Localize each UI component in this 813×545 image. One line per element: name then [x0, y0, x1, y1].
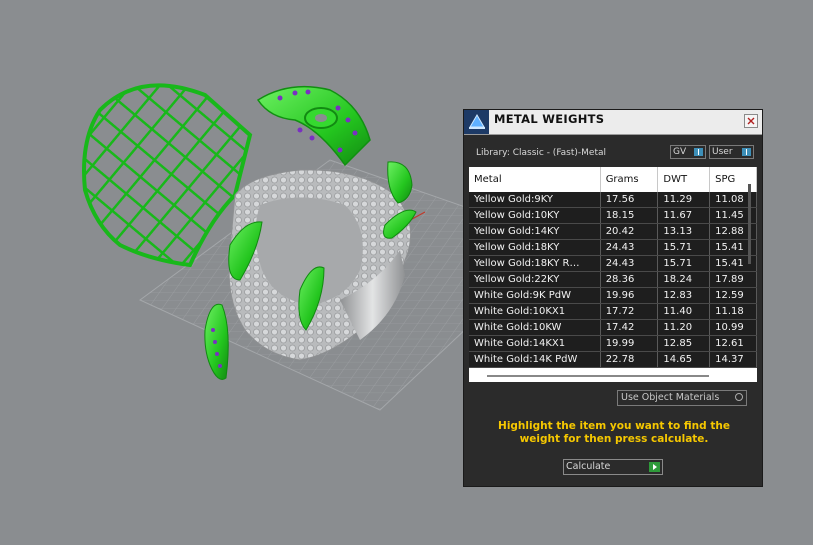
table-cell-dwt: 12.85 [657, 335, 711, 352]
table-cell-metal: Yellow Gold:9KY [469, 192, 601, 208]
table-cell-metal: White Gold:14K PdW [469, 351, 601, 368]
table-cell-dwt: 11.40 [657, 303, 711, 320]
table-cell-dwt: 14.65 [657, 351, 711, 368]
column-header-metal[interactable]: Metal [469, 167, 601, 192]
table-cell-spg: 10.99 [709, 319, 757, 336]
table-cell-grams: 17.56 [600, 192, 659, 208]
table-cell-grams: 17.72 [600, 303, 659, 320]
table-cell-grams: 19.96 [600, 287, 659, 304]
column-header-dwt[interactable]: DWT [657, 167, 711, 192]
table-header-row: Metal Grams DWT SPG [469, 167, 757, 192]
table-cell-metal: White Gold:10KX1 [469, 303, 601, 320]
horizontal-scrollbar[interactable] [487, 375, 709, 377]
table-cell-spg: 12.59 [709, 287, 757, 304]
table-row[interactable]: White Gold:14K PdW 22.78 14.65 14.37 [469, 351, 757, 368]
library-label: Library: Classic - (Fast)-Metal [476, 148, 607, 158]
table-cell-metal: White Gold:14KX1 [469, 335, 601, 352]
table-cell-dwt: 15.71 [657, 239, 711, 256]
use-object-materials-label: Use Object Materials [621, 392, 720, 403]
table-cell-metal: White Gold:10KW [469, 319, 601, 336]
instruction-hint: Highlight the item you want to find the … [498, 420, 730, 445]
table-cell-dwt: 13.13 [657, 223, 711, 240]
panel-title: METAL WEIGHTS [494, 112, 605, 126]
table-row[interactable]: Yellow Gold:18KY R… 24.43 15.71 15.41 [469, 255, 757, 272]
toggle-knob-icon [742, 148, 751, 156]
table-cell-spg: 11.18 [709, 303, 757, 320]
play-arrow-icon [649, 462, 660, 472]
user-toggle-label: User [712, 147, 733, 157]
table-cell-metal: White Gold:9K PdW [469, 287, 601, 304]
table-cell-grams: 19.99 [600, 335, 659, 352]
metal-weights-logo-icon [464, 110, 489, 134]
panel-titlebar[interactable]: METAL WEIGHTS [464, 110, 762, 135]
gv-toggle-label: GV [673, 147, 687, 157]
user-toggle[interactable]: User [709, 145, 754, 159]
table-cell-dwt: 15.71 [657, 255, 711, 272]
table-cell-grams: 22.78 [600, 351, 659, 368]
bridge-with-stones [256, 85, 371, 167]
table-cell-spg: 12.61 [709, 335, 757, 352]
calculate-button[interactable]: Calculate [563, 459, 663, 475]
table-cell-dwt: 11.29 [657, 192, 711, 208]
table-cell-spg: 17.89 [709, 271, 757, 288]
toggle-knob-icon [694, 148, 703, 156]
table-cell-metal: Yellow Gold:14KY [469, 223, 601, 240]
table-cell-dwt: 12.83 [657, 287, 711, 304]
column-header-grams[interactable]: Grams [600, 167, 659, 192]
table-row[interactable]: White Gold:10KX1 17.72 11.40 11.18 [469, 303, 757, 320]
table-cell-dwt: 11.20 [657, 319, 711, 336]
table-row[interactable]: Yellow Gold:14KY 20.42 13.13 12.88 [469, 223, 757, 240]
table-row[interactable]: Yellow Gold:22KY 28.36 18.24 17.89 [469, 271, 757, 288]
table-cell-grams: 24.43 [600, 239, 659, 256]
metal-weights-panel: METAL WEIGHTS Library: Classic - (Fast)-… [463, 109, 763, 487]
table-cell-metal: Yellow Gold:18KY R… [469, 255, 601, 272]
table-row[interactable]: White Gold:14KX1 19.99 12.85 12.61 [469, 335, 757, 352]
table-cell-grams: 20.42 [600, 223, 659, 240]
table-cell-spg: 14.37 [709, 351, 757, 368]
table-row[interactable]: White Gold:9K PdW 19.96 12.83 12.59 [469, 287, 757, 304]
table-cell-grams: 28.36 [600, 271, 659, 288]
table-cell-metal: Yellow Gold:22KY [469, 271, 601, 288]
table-cell-metal: Yellow Gold:10KY [469, 207, 601, 224]
table-row[interactable]: Yellow Gold:9KY 17.56 11.29 11.08 [469, 192, 757, 208]
vertical-scrollbar[interactable] [748, 184, 751, 264]
gv-toggle[interactable]: GV [670, 145, 706, 159]
table-row[interactable]: Yellow Gold:18KY 24.43 15.71 15.41 [469, 239, 757, 256]
table-row[interactable]: White Gold:10KW 17.42 11.20 10.99 [469, 319, 757, 336]
close-icon[interactable] [744, 114, 758, 128]
table-cell-grams: 17.42 [600, 319, 659, 336]
metal-table[interactable]: Metal Grams DWT SPG Yellow Gold:9KY 17.56… [469, 167, 757, 382]
table-cell-grams: 18.15 [600, 207, 659, 224]
table-cell-dwt: 11.67 [657, 207, 711, 224]
calculate-label: Calculate [566, 461, 611, 472]
table-row[interactable]: Yellow Gold:10KY 18.15 11.67 11.45 [469, 207, 757, 224]
table-cell-dwt: 18.24 [657, 271, 711, 288]
radio-circle-icon [735, 393, 743, 401]
use-object-materials-toggle[interactable]: Use Object Materials [617, 390, 747, 406]
table-cell-metal: Yellow Gold:18KY [469, 239, 601, 256]
table-cell-grams: 24.43 [600, 255, 659, 272]
